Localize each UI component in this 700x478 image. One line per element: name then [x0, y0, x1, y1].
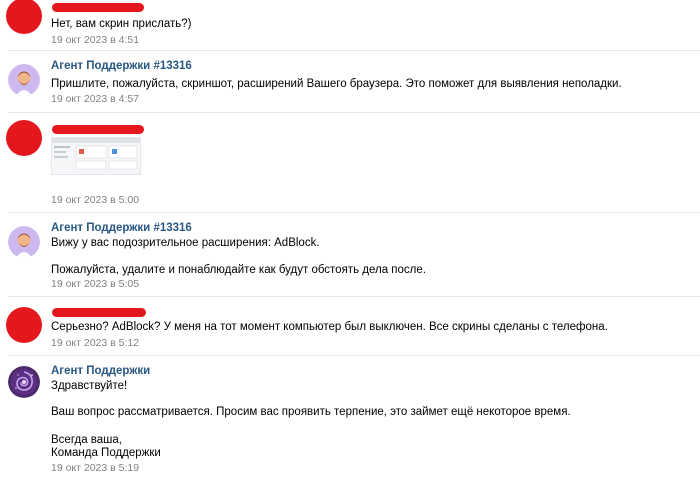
message-text: Всегда ваша, — [51, 434, 122, 446]
redacted-name — [52, 3, 144, 12]
message-text: Пришлите, пожалуйста, скриншот, расширен… — [51, 78, 622, 90]
message-divider — [8, 355, 700, 356]
message-author[interactable]: Агент Поддержки #13316 — [51, 60, 192, 72]
message-time[interactable]: 19 окт 2023 в 5:05 — [51, 278, 139, 290]
message-text: Серьезно? AdBlock? У меня на тот момент … — [51, 321, 608, 333]
message-text: Нет, вам скрин прислать?) — [51, 18, 192, 30]
message-text: Ваш вопрос рассматривается. Просим вас п… — [51, 406, 571, 418]
message-time[interactable]: 19 окт 2023 в 5:00 — [51, 194, 139, 206]
message-divider — [8, 112, 700, 113]
message-divider — [8, 296, 700, 297]
message-time[interactable]: 19 окт 2023 в 4:57 — [51, 93, 139, 105]
message-text: Пожалуйста, удалите и понаблюдайте как б… — [51, 264, 426, 276]
message-text: Здравствуйте! — [51, 380, 128, 392]
message-divider — [8, 50, 700, 51]
agent-avatar-icon[interactable] — [8, 226, 40, 258]
redacted-name — [52, 125, 144, 134]
message-divider — [8, 212, 700, 213]
message-time[interactable]: 19 окт 2023 в 5:12 — [51, 337, 139, 349]
message-text: Вижу у вас подозрительное расширения: Ad… — [51, 237, 320, 249]
redacted-avatar — [6, 0, 42, 34]
agent-avatar-icon[interactable] — [8, 64, 40, 96]
redacted-avatar — [6, 120, 42, 156]
redacted-avatar — [6, 307, 42, 343]
redacted-name — [52, 308, 146, 317]
message-time[interactable]: 19 окт 2023 в 5:19 — [51, 462, 139, 474]
message-time[interactable]: 19 окт 2023 в 4:51 — [51, 34, 139, 46]
message-text: Команда Поддержки — [51, 447, 161, 459]
message-author[interactable]: Агент Поддержки — [51, 365, 150, 377]
message-author[interactable]: Агент Поддержки #13316 — [51, 222, 192, 234]
screenshot-attachment[interactable] — [51, 137, 141, 175]
support-team-avatar-icon[interactable] — [8, 366, 40, 398]
